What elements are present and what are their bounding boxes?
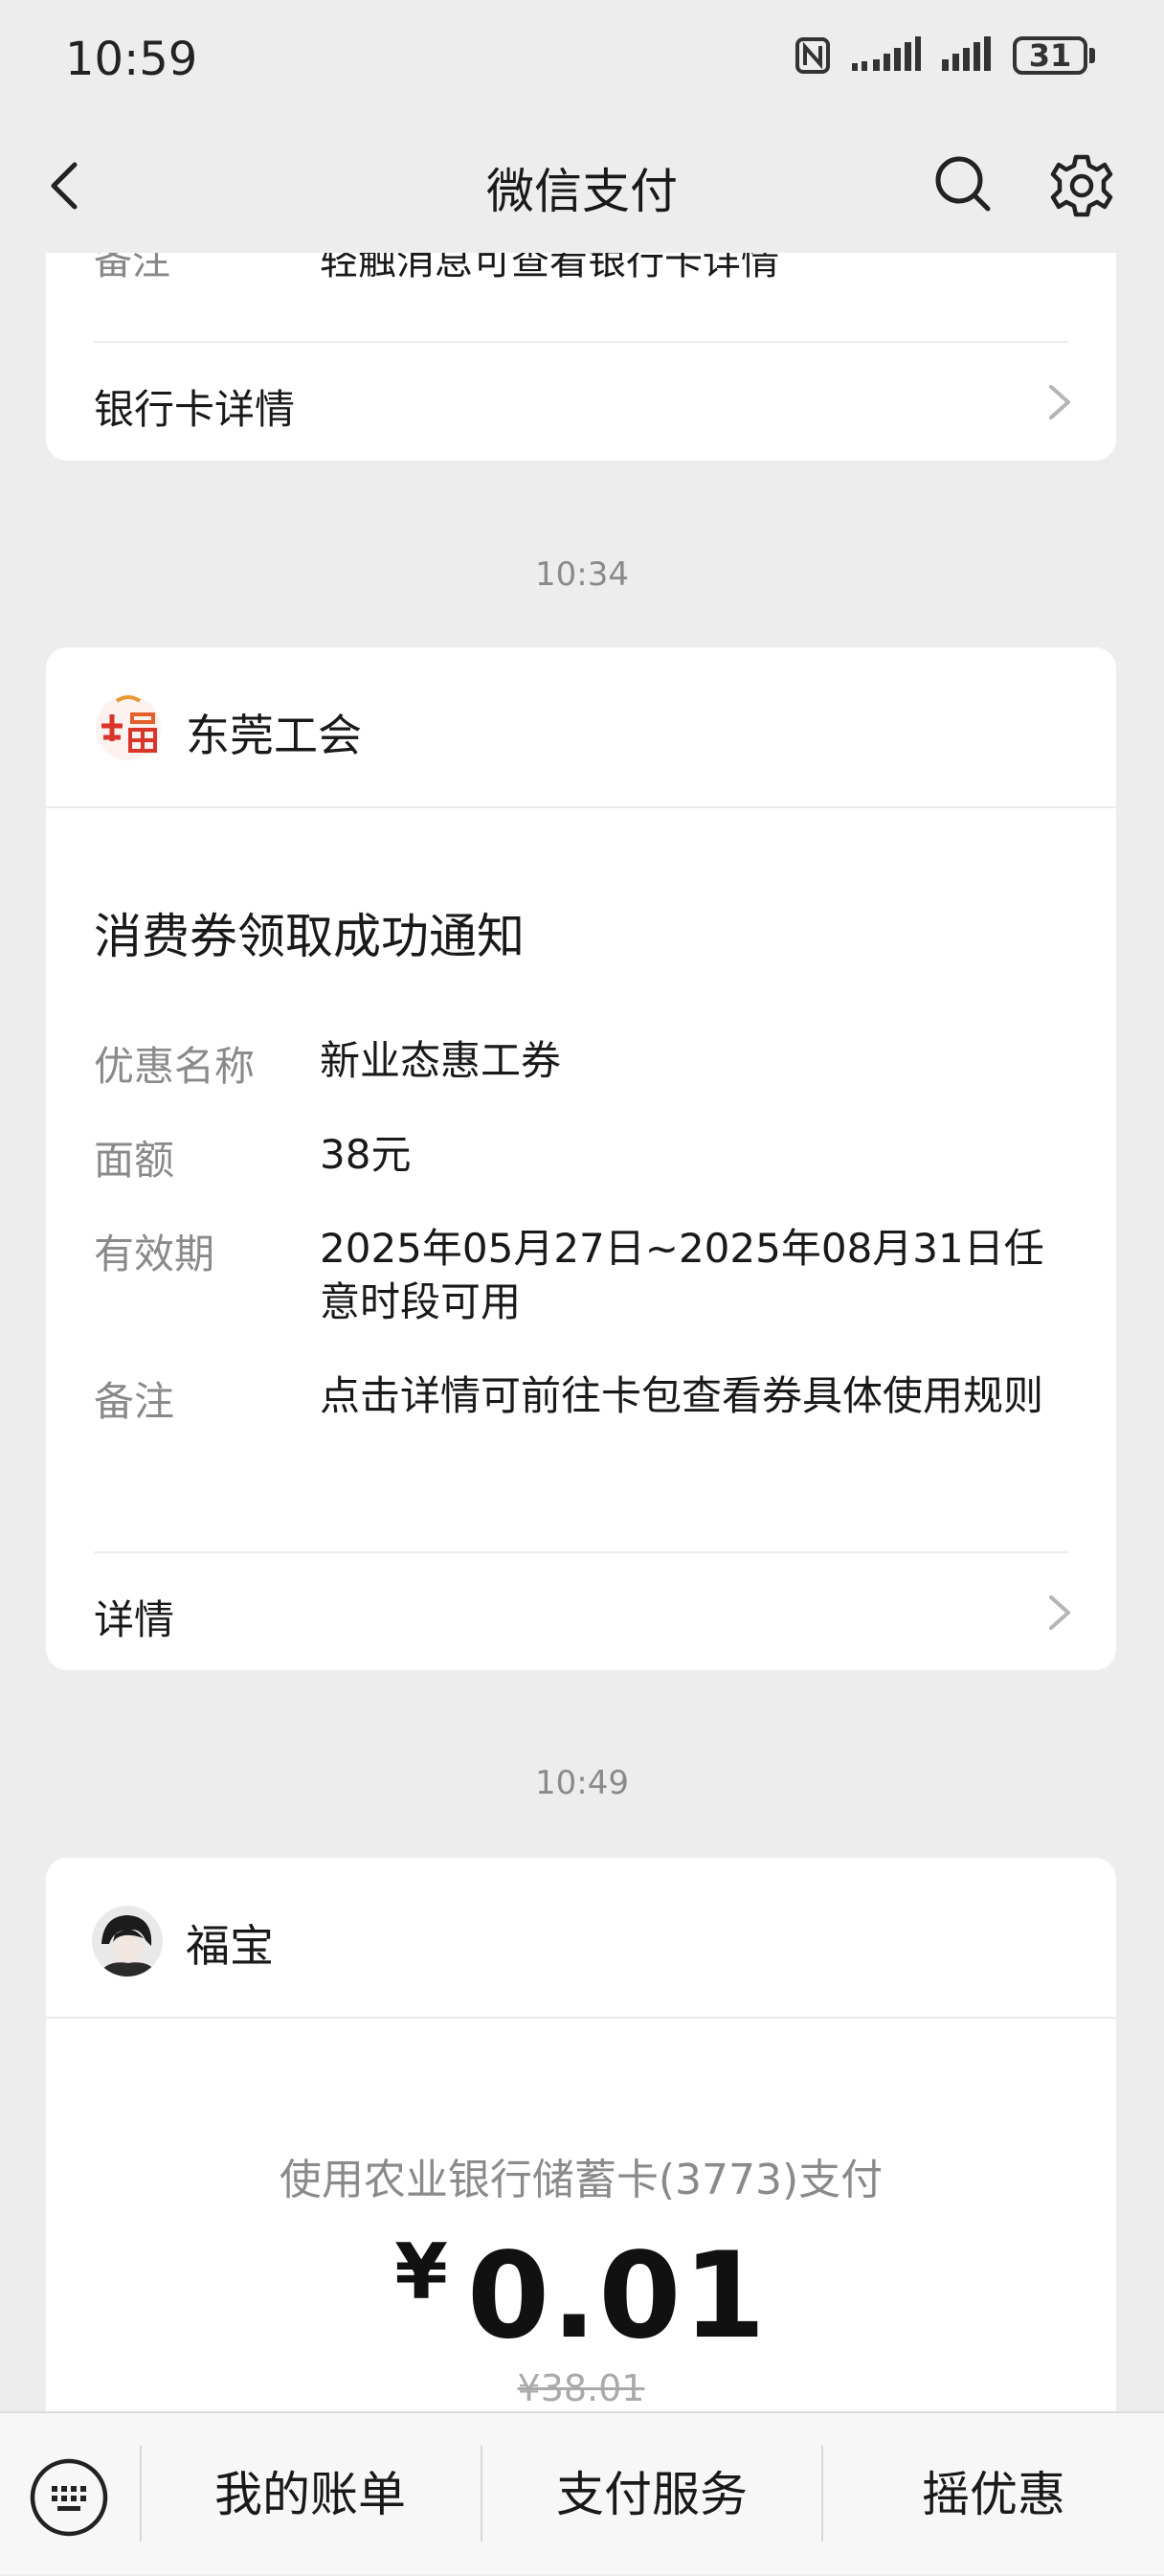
chevron-right-icon — [1049, 1595, 1070, 1630]
union-logo-icon — [94, 693, 163, 762]
tab-my-bills[interactable]: 我的账单 — [142, 2413, 479, 2576]
tab-pay-services[interactable]: 支付服务 — [482, 2413, 821, 2576]
info-value: 2025年05月27日~2025年08月31日任意时段可用 — [320, 1225, 1044, 1325]
sender-name: 东莞工会 — [186, 710, 362, 761]
keyboard-icon — [30, 2458, 108, 2537]
status-icons: 31 — [795, 36, 1095, 75]
coupon-notice-card[interactable]: 东莞工会 消费券领取成功通知 优惠名称 新业态惠工券 面额 38元 有效期 20… — [46, 647, 1116, 1670]
status-time: 10:59 — [65, 33, 198, 86]
info-key: 备注 — [94, 1378, 175, 1425]
card-header[interactable]: 东莞工会 — [46, 647, 1116, 808]
search-button[interactable] — [932, 153, 994, 215]
battery-tip — [1089, 48, 1095, 63]
timestamp: 10:49 — [535, 1764, 629, 1802]
bottom-menu-bar: 我的账单 支付服务 摇优惠 — [0, 2411, 1164, 2574]
currency-symbol: ¥ — [394, 2227, 448, 2316]
info-value: 点击详情可前往卡包查看券具体使用规则 — [320, 1372, 1044, 1419]
chevron-right-icon — [1049, 385, 1070, 419]
amount-value: 0.01 — [466, 2227, 768, 2365]
nfc-icon — [795, 36, 831, 75]
info-key: 优惠名称 — [94, 1043, 256, 1090]
nav-header: 微信支付 — [0, 119, 1164, 253]
status-bar: 10:59 31 — [0, 0, 1164, 119]
payment-method: 使用农业银行储蓄卡(3773)支付 — [279, 2156, 884, 2204]
sender-name: 福宝 — [186, 1920, 274, 1972]
payment-amount: ¥0.01 — [46, 2227, 1116, 2365]
coupon-detail-link[interactable]: 详情 — [46, 1553, 1116, 1668]
battery-icon: 31 — [1013, 36, 1095, 75]
info-value: 38元 — [320, 1131, 412, 1178]
original-price: ¥38.01 — [517, 2367, 645, 2409]
bank-card-detail-link[interactable]: 银行卡详情 — [46, 343, 1116, 458]
info-key: 面额 — [94, 1137, 175, 1184]
keyboard-toggle-button[interactable] — [29, 2457, 109, 2538]
signal-1-icon — [852, 36, 921, 75]
settings-button[interactable] — [1049, 153, 1114, 218]
battery-level: 31 — [1013, 36, 1087, 75]
signal-2-icon — [942, 36, 992, 75]
notice-title: 消费券领取成功通知 — [94, 909, 525, 964]
tab-shake-offers[interactable]: 摇优惠 — [823, 2413, 1164, 2576]
gear-icon — [1050, 154, 1113, 217]
avatar — [92, 1906, 163, 1977]
info-key: 有效期 — [94, 1231, 215, 1277]
info-value: 新业态惠工券 — [320, 1037, 562, 1084]
bank-card-detail-label: 银行卡详情 — [94, 386, 296, 433]
card-header[interactable]: 福宝 — [46, 1858, 1116, 2019]
timestamp: 10:34 — [535, 555, 629, 594]
coupon-detail-label: 详情 — [94, 1596, 175, 1643]
search-icon — [935, 156, 991, 212]
